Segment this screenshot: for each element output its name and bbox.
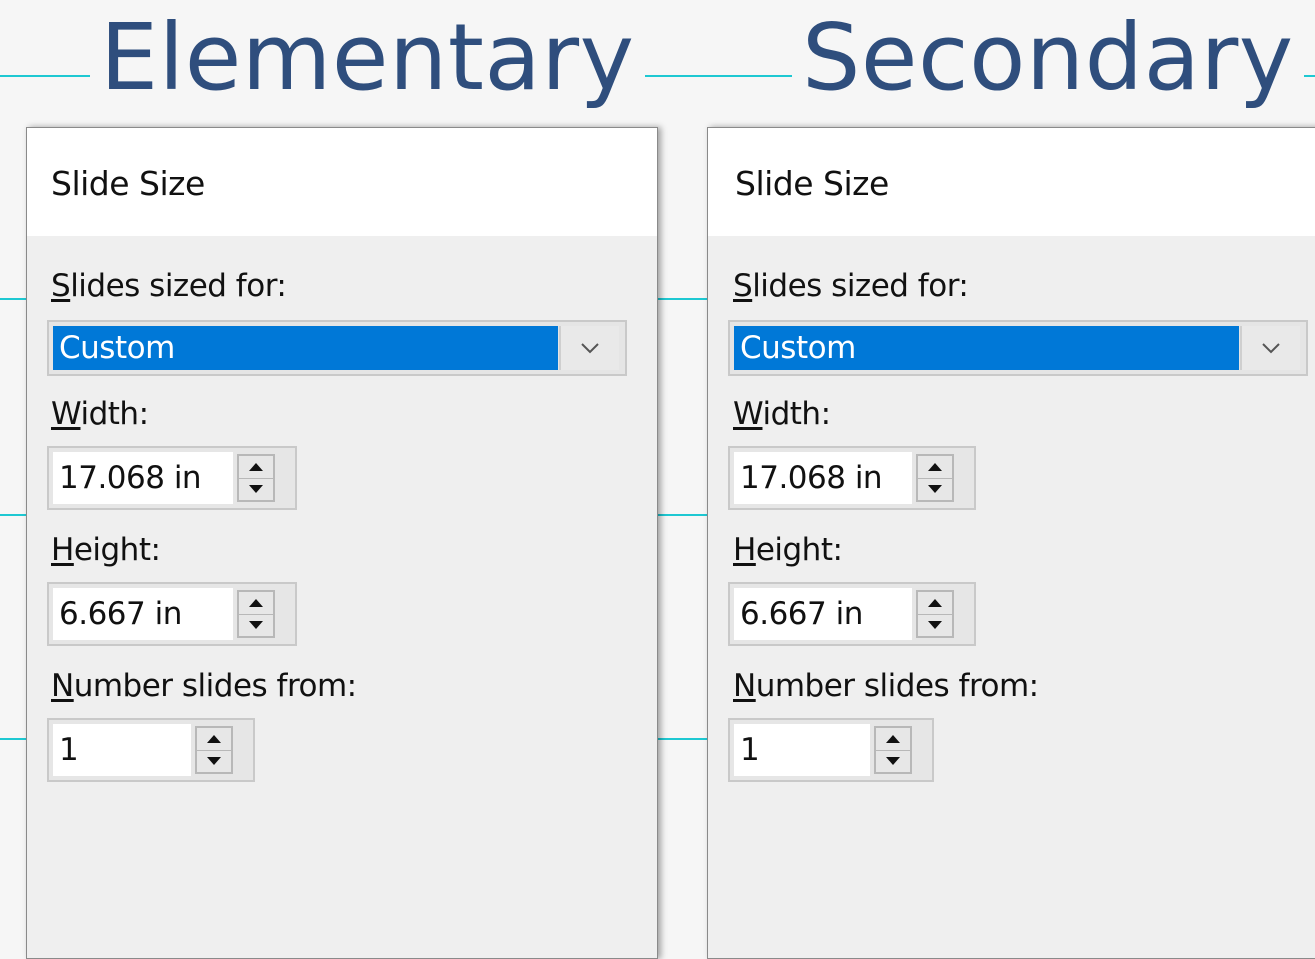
selected-option[interactable]: Custom <box>53 326 558 370</box>
dialog-title: Slide Size <box>51 164 205 203</box>
dialog-title: Slide Size <box>735 164 889 203</box>
width-spinner: 17.068 in <box>728 446 976 510</box>
number-decrement-button[interactable] <box>876 751 910 773</box>
number-slides-from-input[interactable]: 1 <box>734 724 870 776</box>
width-label: Width: <box>733 396 831 432</box>
number-slides-from-label: Number slides from: <box>733 668 1039 704</box>
dialog-header: Slide Size <box>708 128 1315 236</box>
secondary-heading: Secondary <box>792 0 1304 118</box>
width-label: Width: <box>51 396 149 432</box>
height-spin-buttons <box>237 590 275 638</box>
slides-sized-for-dropdown[interactable]: Custom <box>728 320 1308 376</box>
slides-sized-for-dropdown[interactable]: Custom <box>47 320 627 376</box>
height-input[interactable]: 6.667 in <box>53 588 233 640</box>
number-increment-button[interactable] <box>197 728 231 751</box>
width-input[interactable]: 17.068 in <box>53 452 233 504</box>
dropdown-button[interactable] <box>559 326 619 370</box>
slides-sized-for-label: Slides sized for: <box>51 268 287 304</box>
triangle-down-icon <box>928 621 942 630</box>
number-increment-button[interactable] <box>876 728 910 751</box>
width-increment-button[interactable] <box>239 456 273 479</box>
selected-option[interactable]: Custom <box>734 326 1239 370</box>
number-slides-from-input[interactable]: 1 <box>53 724 191 776</box>
dropdown-button[interactable] <box>1240 326 1300 370</box>
number-slides-from-spinner: 1 <box>728 718 934 782</box>
width-decrement-button[interactable] <box>918 479 952 501</box>
slide-size-dialog-elementary: Slide Size Slides sized for: Custom Widt… <box>26 127 658 959</box>
width-spin-buttons <box>237 454 275 502</box>
number-spin-buttons <box>195 726 233 774</box>
slide-size-dialog-secondary: Slide Size Slides sized for: Custom Widt… <box>707 127 1315 959</box>
width-input[interactable]: 17.068 in <box>734 452 912 504</box>
width-decrement-button[interactable] <box>239 479 273 501</box>
height-label: Height: <box>51 532 161 568</box>
triangle-up-icon <box>886 734 900 743</box>
number-slides-from-spinner: 1 <box>47 718 255 782</box>
height-input[interactable]: 6.667 in <box>734 588 912 640</box>
width-increment-button[interactable] <box>918 456 952 479</box>
triangle-up-icon <box>928 462 942 471</box>
triangle-down-icon <box>886 757 900 766</box>
number-spin-buttons <box>874 726 912 774</box>
triangle-down-icon <box>207 757 221 766</box>
triangle-up-icon <box>928 598 942 607</box>
height-decrement-button[interactable] <box>918 615 952 637</box>
height-increment-button[interactable] <box>918 592 952 615</box>
height-label: Height: <box>733 532 843 568</box>
height-increment-button[interactable] <box>239 592 273 615</box>
elementary-heading: Elementary <box>90 0 645 118</box>
height-spinner: 6.667 in <box>728 582 976 646</box>
height-decrement-button[interactable] <box>239 615 273 637</box>
height-spin-buttons <box>916 590 954 638</box>
width-spinner: 17.068 in <box>47 446 297 510</box>
triangle-up-icon <box>249 462 263 471</box>
triangle-up-icon <box>207 734 221 743</box>
chevron-down-icon <box>1262 343 1280 354</box>
triangle-down-icon <box>249 621 263 630</box>
number-decrement-button[interactable] <box>197 751 231 773</box>
width-spin-buttons <box>916 454 954 502</box>
triangle-up-icon <box>249 598 263 607</box>
triangle-down-icon <box>249 485 263 494</box>
number-slides-from-label: Number slides from: <box>51 668 357 704</box>
slides-sized-for-label: Slides sized for: <box>733 268 969 304</box>
dialog-header: Slide Size <box>27 128 657 236</box>
chevron-down-icon <box>581 343 599 354</box>
height-spinner: 6.667 in <box>47 582 297 646</box>
triangle-down-icon <box>928 485 942 494</box>
